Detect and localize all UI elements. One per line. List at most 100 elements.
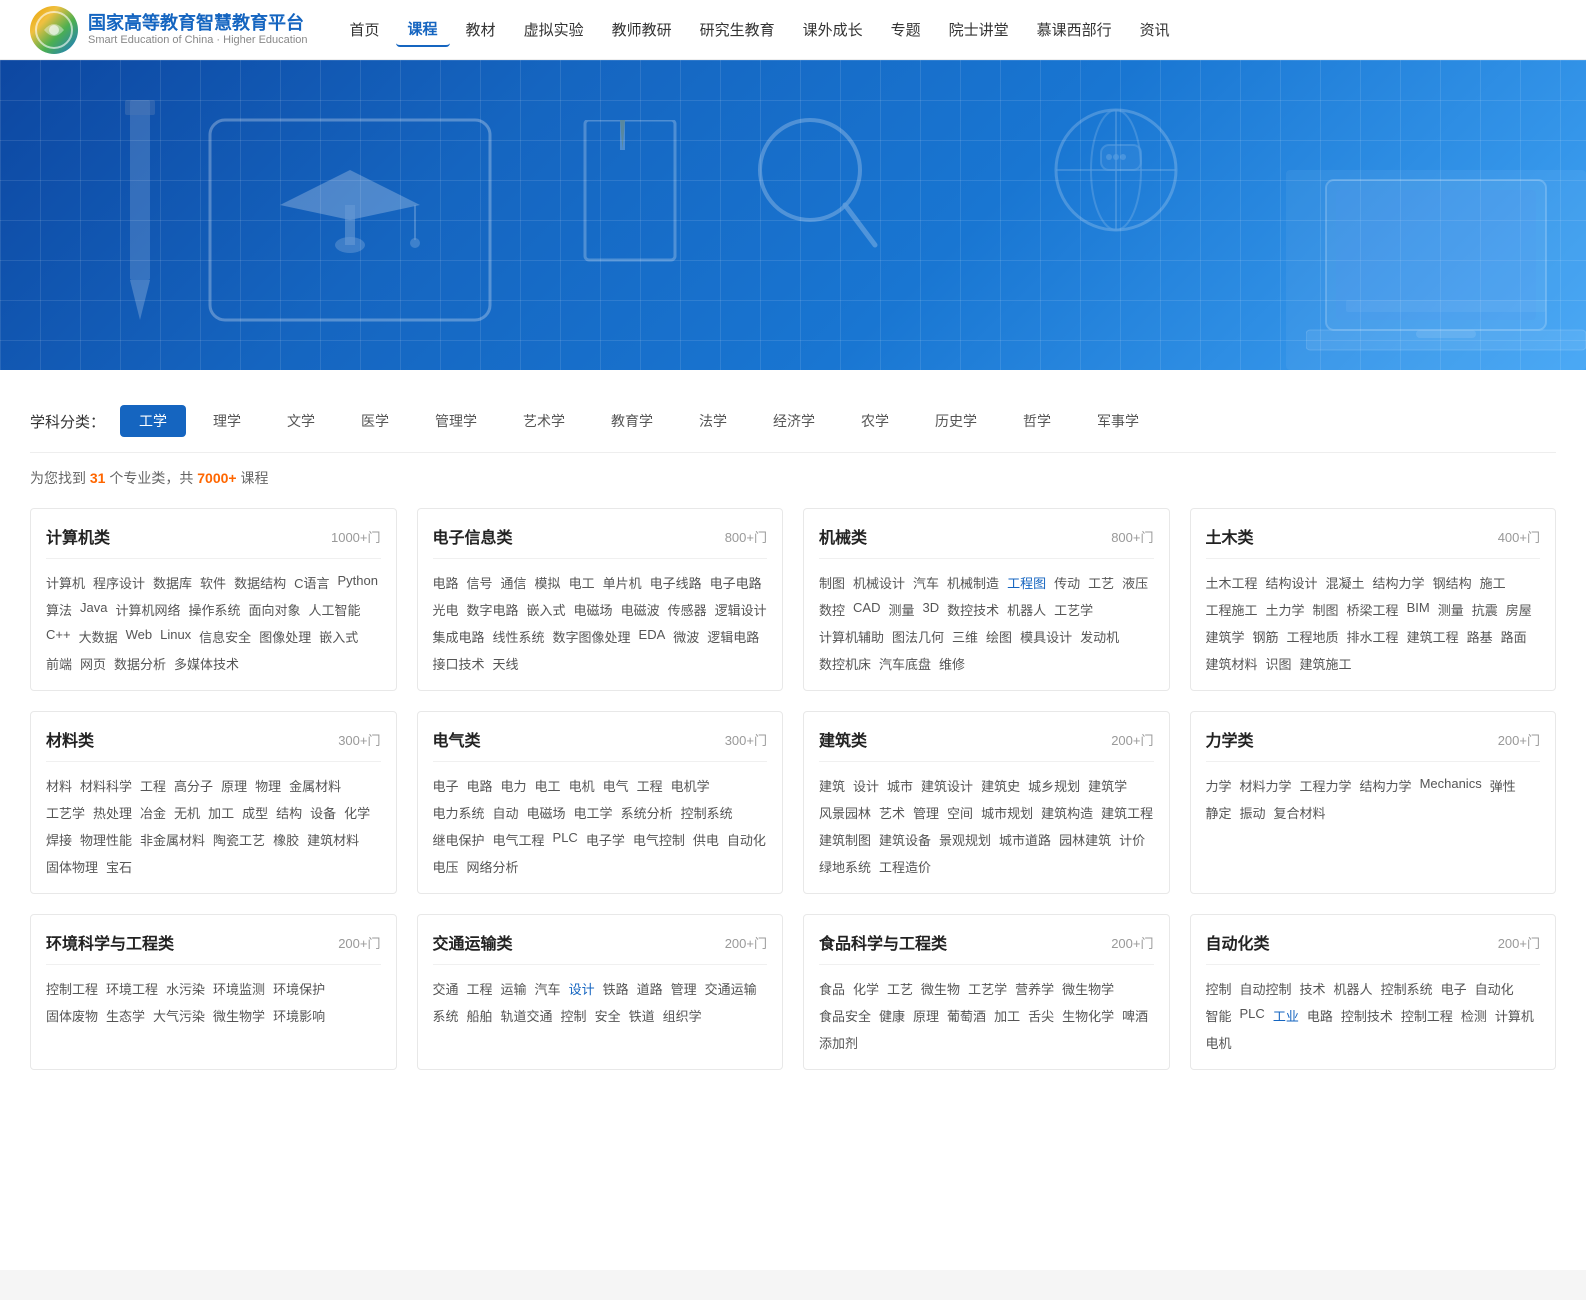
category-tag-item[interactable]: 单片机 [603, 571, 642, 594]
category-tag-item[interactable]: 电力系统 [433, 801, 485, 824]
category-tag-item[interactable]: 数据分析 [114, 652, 166, 675]
category-tag-item[interactable]: 网络分析 [467, 855, 519, 878]
nav-item-教师教研[interactable]: 教师教研 [600, 13, 684, 46]
category-tag-item[interactable]: 铁道 [629, 1004, 655, 1027]
category-tag-item[interactable]: Mechanics [1420, 774, 1482, 797]
filter-tag-工学[interactable]: 工学 [120, 405, 186, 437]
category-tag-item[interactable]: 建筑材料 [1206, 652, 1258, 675]
category-tag-item[interactable]: 数据库 [153, 571, 192, 594]
category-tag-item[interactable]: 建筑工程 [1407, 625, 1459, 648]
category-tag-item[interactable]: 测量 [1438, 598, 1464, 621]
category-tag-item[interactable]: 舌尖 [1028, 1004, 1054, 1027]
category-tag-item[interactable]: 数控机床 [819, 652, 871, 675]
category-tag-item[interactable]: 电工 [535, 774, 561, 797]
category-tag-item[interactable]: 建筑学 [1206, 625, 1245, 648]
category-tag-item[interactable]: 建筑材料 [307, 828, 359, 851]
category-tag-item[interactable]: 模具设计 [1020, 625, 1072, 648]
category-tag-item[interactable]: 多媒体技术 [174, 652, 239, 675]
category-tag-item[interactable]: 工程 [637, 774, 663, 797]
category-tag-item[interactable]: 汽车 [535, 977, 561, 1000]
category-tag-item[interactable]: 静定 [1206, 801, 1232, 824]
category-tag-item[interactable]: 材料科学 [80, 774, 132, 797]
category-tag-item[interactable]: 电工 [569, 571, 595, 594]
category-tag-item[interactable]: 交通运输 [705, 977, 757, 1000]
category-tag-item[interactable]: 城市 [887, 774, 913, 797]
filter-tag-医学[interactable]: 医学 [342, 405, 408, 437]
category-tag-item[interactable]: 工业 [1273, 1004, 1299, 1027]
category-tag-item[interactable]: 线性系统 [493, 625, 545, 648]
category-tag-item[interactable]: 操作系统 [189, 598, 241, 621]
category-tag-item[interactable]: 自动化 [1475, 977, 1514, 1000]
category-tag-item[interactable]: Linux [160, 625, 191, 648]
category-tag-item[interactable]: 建筑设计 [921, 774, 973, 797]
category-tag-item[interactable]: 排水工程 [1347, 625, 1399, 648]
filter-tag-文学[interactable]: 文学 [268, 405, 334, 437]
category-tag-item[interactable]: 焊接 [46, 828, 72, 851]
category-tag-item[interactable]: 交通 [433, 977, 459, 1000]
category-tag-item[interactable]: 电子电路 [710, 571, 762, 594]
category-tag-item[interactable]: 冶金 [140, 801, 166, 824]
category-tag-item[interactable]: 大气污染 [153, 1004, 205, 1027]
category-tag-item[interactable]: 混凝土 [1326, 571, 1365, 594]
category-tag-item[interactable]: 环境影响 [273, 1004, 325, 1027]
category-tag-item[interactable]: 算法 [46, 598, 72, 621]
category-tag-item[interactable]: 自动 [493, 801, 519, 824]
nav-item-教材[interactable]: 教材 [454, 13, 508, 46]
category-tag-item[interactable]: PLC [1240, 1004, 1265, 1027]
category-tag-item[interactable]: 前端 [46, 652, 72, 675]
category-tag-item[interactable]: 材料 [46, 774, 72, 797]
category-tag-item[interactable]: 工程造价 [879, 855, 931, 878]
category-tag-item[interactable]: 风景园林 [819, 801, 871, 824]
category-tag-item[interactable]: 安全 [595, 1004, 621, 1027]
category-tag-item[interactable]: 物理 [255, 774, 281, 797]
category-tag-item[interactable]: 城市道路 [999, 828, 1051, 851]
category-tag-item[interactable]: 电路 [467, 774, 493, 797]
category-tag-item[interactable]: 电子线路 [650, 571, 702, 594]
category-tag-item[interactable]: 信号 [467, 571, 493, 594]
category-tag-item[interactable]: 加工 [208, 801, 234, 824]
category-tag-item[interactable]: 非金属材料 [140, 828, 205, 851]
category-tag-item[interactable]: 景观规划 [939, 828, 991, 851]
category-tag-item[interactable]: 啤酒 [1122, 1004, 1148, 1027]
category-tag-item[interactable]: 系统 [433, 1004, 459, 1027]
category-tag-item[interactable]: 无机 [174, 801, 200, 824]
category-tag-item[interactable]: 液压 [1122, 571, 1148, 594]
category-tag-item[interactable]: 计算机 [1495, 1004, 1534, 1027]
category-tag-item[interactable]: 人工智能 [309, 598, 361, 621]
category-tag-item[interactable]: 建筑设备 [879, 828, 931, 851]
category-tag-item[interactable]: 电磁波 [621, 598, 660, 621]
category-tag-item[interactable]: 空间 [947, 801, 973, 824]
category-tag-item[interactable]: 微波 [673, 625, 699, 648]
category-tag-item[interactable]: 环境工程 [106, 977, 158, 1000]
filter-tag-军事学[interactable]: 军事学 [1078, 405, 1158, 437]
category-tag-item[interactable]: 船舶 [467, 1004, 493, 1027]
category-tag-item[interactable]: 工程力学 [1300, 774, 1352, 797]
category-tag-item[interactable]: 传感器 [668, 598, 707, 621]
category-tag-item[interactable]: 房屋 [1506, 598, 1532, 621]
category-tag-item[interactable]: 数字电路 [467, 598, 519, 621]
category-tag-item[interactable]: 通信 [501, 571, 527, 594]
category-tag-item[interactable]: 园林建筑 [1059, 828, 1111, 851]
category-tag-item[interactable]: 三维 [952, 625, 978, 648]
category-tag-item[interactable]: 发动机 [1080, 625, 1119, 648]
category-tag-item[interactable]: 机械设计 [853, 571, 905, 594]
category-tag-item[interactable]: 钢结构 [1433, 571, 1472, 594]
nav-item-研究生教育[interactable]: 研究生教育 [688, 13, 787, 46]
category-tag-item[interactable]: 网页 [80, 652, 106, 675]
category-tag-item[interactable]: 土木工程 [1206, 571, 1258, 594]
category-tag-item[interactable]: 机械制造 [947, 571, 999, 594]
category-tag-item[interactable]: 建筑学 [1088, 774, 1127, 797]
category-tag-item[interactable]: 供电 [693, 828, 719, 851]
category-tag-item[interactable]: 桥梁工程 [1347, 598, 1399, 621]
category-tag-item[interactable]: 电机 [1206, 1031, 1232, 1054]
category-tag-item[interactable]: 自动化 [727, 828, 766, 851]
category-tag-item[interactable]: 汽车 [913, 571, 939, 594]
category-tag-item[interactable]: 接口技术 [433, 652, 485, 675]
category-tag-item[interactable]: 电机 [569, 774, 595, 797]
category-tag-item[interactable]: 铁路 [603, 977, 629, 1000]
category-tag-item[interactable]: 电子学 [586, 828, 625, 851]
category-tag-item[interactable]: 绘图 [986, 625, 1012, 648]
category-tag-item[interactable]: 计算机辅助 [819, 625, 884, 648]
category-tag-item[interactable]: 制图 [1313, 598, 1339, 621]
category-tag-item[interactable]: 识图 [1266, 652, 1292, 675]
